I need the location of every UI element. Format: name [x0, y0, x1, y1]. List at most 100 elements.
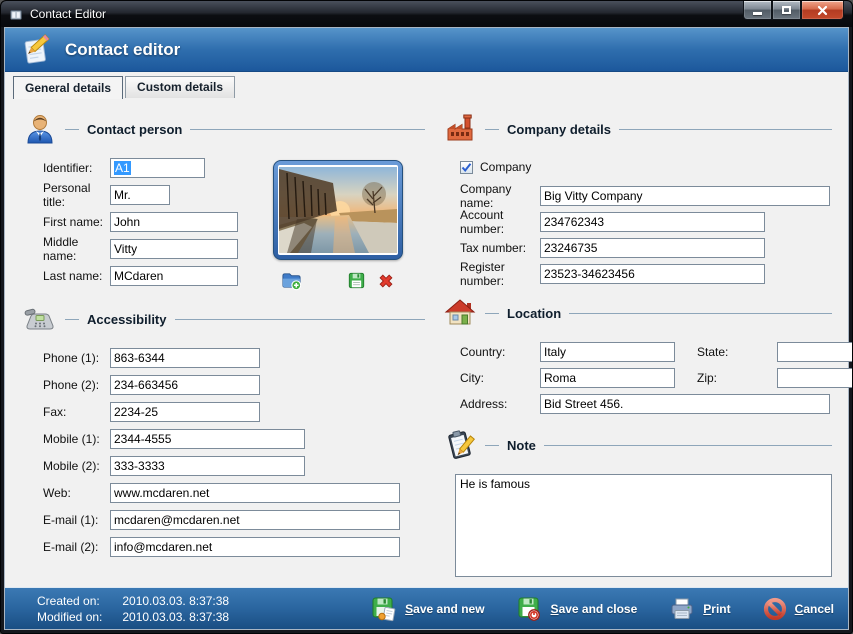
- check-icon: [461, 162, 472, 173]
- mobile2-input[interactable]: [110, 456, 305, 476]
- state-input[interactable]: [777, 342, 853, 362]
- company-name-input[interactable]: [540, 186, 830, 206]
- section-contact-person: Contact person: [23, 112, 425, 146]
- address-input[interactable]: [540, 394, 830, 414]
- divider: [619, 129, 832, 130]
- save-and-new-button[interactable]: Save and new: [371, 596, 484, 622]
- zip-label: Zip:: [697, 371, 777, 385]
- bottom-bar: Created on: 2010.03.03. 8:37:38 Modified…: [5, 587, 848, 629]
- last-name-input[interactable]: [110, 266, 238, 286]
- folder-add-icon: [281, 270, 302, 291]
- tabstrip: General details Custom details: [5, 72, 848, 98]
- web-label: Web:: [43, 486, 110, 500]
- personal-title-input[interactable]: [110, 185, 170, 205]
- phone1-label: Phone (1):: [43, 351, 110, 365]
- floppy-new-icon: [371, 596, 397, 622]
- city-input[interactable]: [540, 368, 675, 388]
- identifier-input[interactable]: A1: [110, 158, 205, 178]
- divider: [175, 319, 426, 320]
- close-button[interactable]: [801, 1, 844, 20]
- tab-custom-details[interactable]: Custom details: [125, 76, 235, 98]
- middle-name-input[interactable]: [110, 239, 238, 259]
- section-title: Location: [507, 306, 561, 321]
- photo-actions: [273, 270, 403, 291]
- identifier-label: Identifier:: [43, 161, 110, 175]
- print-button[interactable]: Print: [669, 596, 730, 622]
- account-number-label: Account number:: [460, 208, 540, 236]
- phone1-row: Phone (1):: [23, 348, 425, 368]
- register-number-input[interactable]: [540, 264, 765, 284]
- address-label: Address:: [460, 397, 540, 411]
- close-icon: [817, 5, 828, 16]
- cancel-label: Cancel: [795, 602, 834, 616]
- mobile1-input[interactable]: [110, 429, 305, 449]
- maximize-button[interactable]: [772, 1, 801, 20]
- printer-icon: [669, 596, 695, 622]
- zip-input[interactable]: [777, 368, 853, 388]
- phone1-input[interactable]: [110, 348, 260, 368]
- register-number-label: Register number:: [460, 260, 540, 288]
- created-on-row: Created on: 2010.03.03. 8:37:38: [37, 593, 229, 609]
- email2-input[interactable]: [110, 537, 400, 557]
- modified-on-row: Modified on: 2010.03.03. 8:37:38: [37, 609, 229, 625]
- city-label: City:: [460, 371, 540, 385]
- save-and-close-label: Save and close: [551, 602, 638, 616]
- fax-label: Fax:: [43, 405, 110, 419]
- first-name-label: First name:: [43, 215, 110, 229]
- country-state-row: Country: State:: [443, 342, 832, 362]
- account-number-input[interactable]: [540, 212, 765, 232]
- company-name-label: Company name:: [460, 182, 540, 210]
- first-name-input[interactable]: [110, 212, 238, 232]
- section-title: Note: [507, 438, 536, 453]
- left-column: Contact person Identifier: A1 Personal t…: [23, 108, 425, 587]
- section-title: Accessibility: [87, 312, 167, 327]
- note-textarea[interactable]: He is famous: [455, 474, 832, 577]
- city-zip-row: City: Zip:: [443, 368, 832, 388]
- country-input[interactable]: [540, 342, 675, 362]
- cancel-button[interactable]: Cancel: [763, 597, 834, 621]
- modified-on-label: Modified on:: [37, 609, 119, 625]
- red-x-icon: [377, 272, 395, 290]
- company-checkbox-label[interactable]: Company: [480, 160, 531, 174]
- page-title: Contact editor: [65, 40, 180, 60]
- section-title: Company details: [507, 122, 611, 137]
- titlebar[interactable]: Contact Editor: [1, 1, 852, 27]
- notebook-icon: [9, 7, 24, 22]
- email1-input[interactable]: [110, 510, 400, 530]
- section-company-details: Company details: [443, 112, 832, 146]
- photo-panel: [273, 160, 403, 291]
- email1-label: E-mail (1):: [43, 513, 110, 527]
- maximize-icon: [782, 6, 791, 14]
- contact-photo: [279, 167, 397, 253]
- section-location: Location: [443, 296, 832, 330]
- timestamps: Created on: 2010.03.03. 8:37:38 Modified…: [37, 593, 229, 625]
- web-row: Web:: [23, 483, 425, 503]
- floppy-disk-icon: [348, 272, 365, 289]
- save-and-close-button[interactable]: Save and close: [517, 596, 638, 622]
- personal-title-label: Personal title:: [43, 181, 110, 209]
- mobile1-label: Mobile (1):: [43, 432, 110, 446]
- window-title: Contact Editor: [30, 7, 106, 21]
- load-photo-button[interactable]: [281, 270, 302, 291]
- floppy-power-icon: [517, 596, 543, 622]
- person-icon: [23, 112, 57, 146]
- save-and-new-label: Save and new: [405, 602, 484, 616]
- company-name-row: Company name:: [443, 186, 832, 206]
- minimize-button[interactable]: [743, 1, 772, 20]
- phone2-input[interactable]: [110, 375, 260, 395]
- fax-input[interactable]: [110, 402, 260, 422]
- tab-general-details[interactable]: General details: [13, 76, 123, 99]
- state-label: State:: [697, 345, 777, 359]
- delete-photo-button[interactable]: [377, 272, 395, 290]
- action-buttons: Save and new Save and close: [371, 596, 834, 622]
- company-checkbox[interactable]: [460, 161, 473, 174]
- no-entry-icon: [763, 597, 787, 621]
- mobile2-label: Mobile (2):: [43, 459, 110, 473]
- divider: [485, 445, 499, 446]
- web-input[interactable]: [110, 483, 400, 503]
- register-number-row: Register number:: [443, 264, 832, 284]
- phone-icon: [23, 302, 57, 336]
- minimize-icon: [753, 12, 762, 15]
- tax-number-input[interactable]: [540, 238, 765, 258]
- save-photo-button[interactable]: [348, 272, 365, 289]
